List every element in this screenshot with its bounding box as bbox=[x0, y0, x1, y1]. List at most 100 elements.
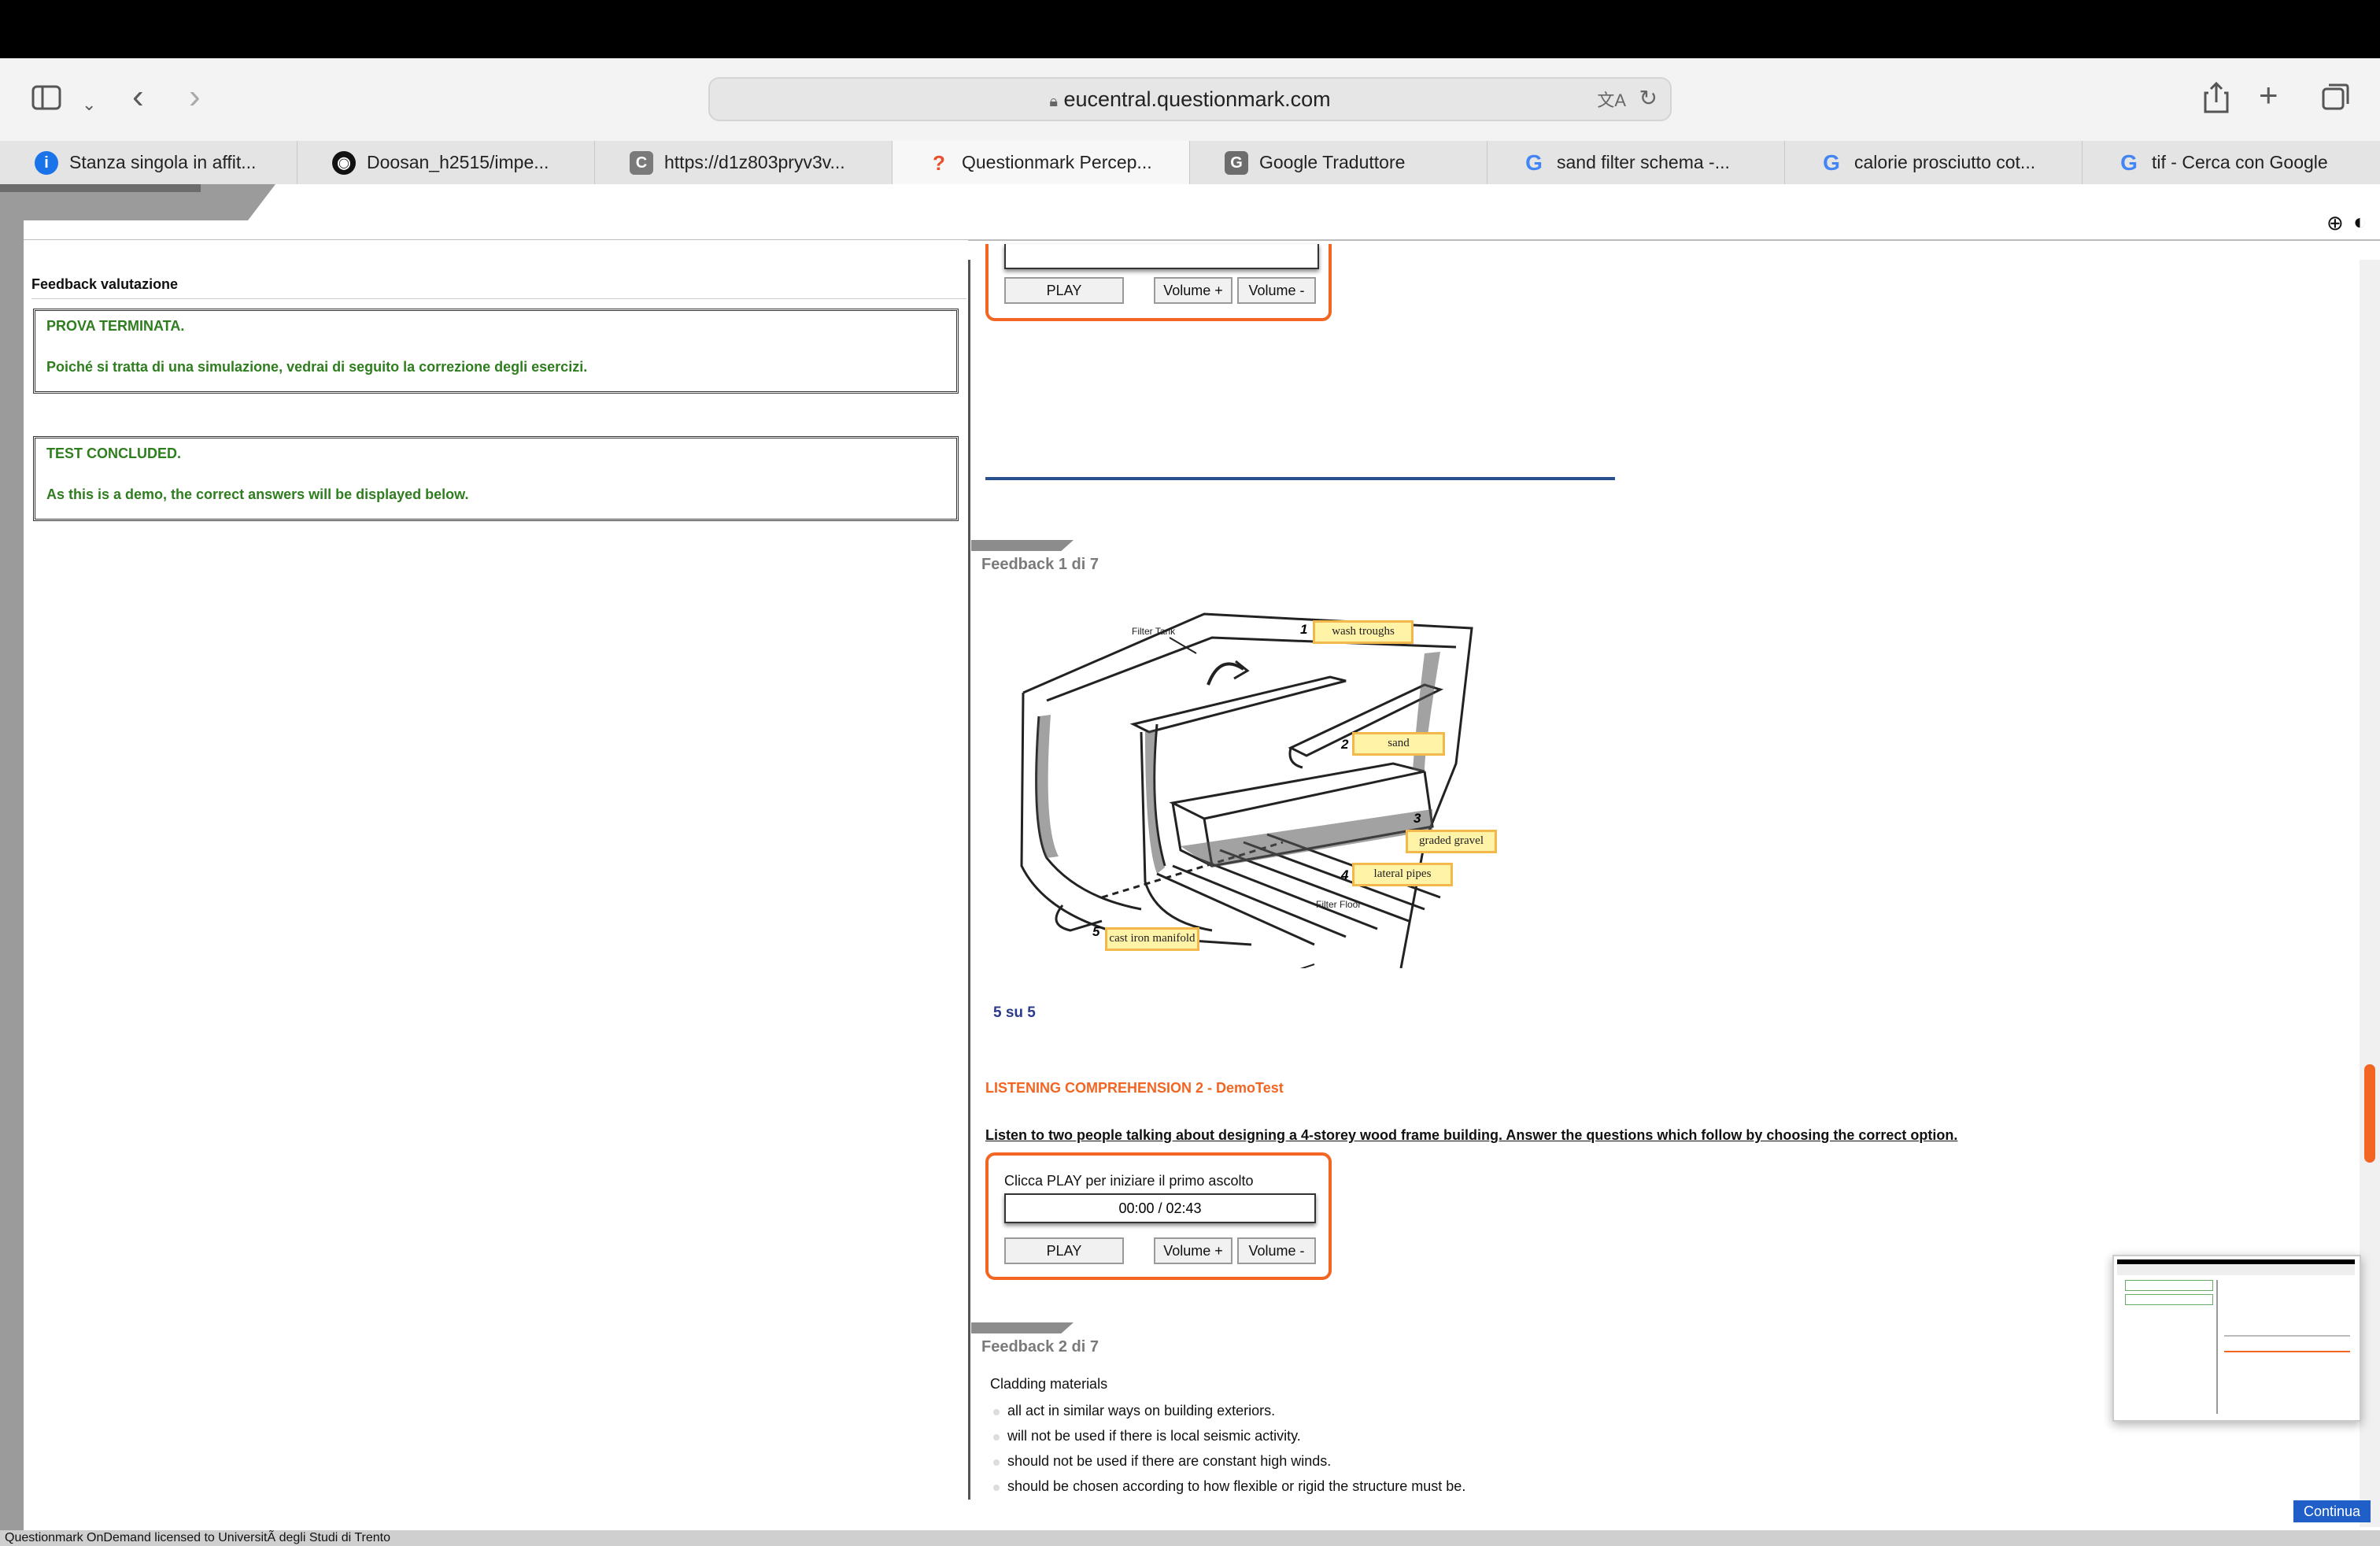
feedback-box-en: TEST CONCLUDED. As this is a demo, the c… bbox=[33, 436, 959, 521]
zoom-icon[interactable]: ⊕ bbox=[2326, 211, 2344, 235]
tag-lateral-pipes: lateral pipes bbox=[1352, 863, 1453, 886]
feedback-tab-shape bbox=[971, 1322, 1074, 1333]
tab-calorie[interactable]: G calorie prosciutto cot... bbox=[1785, 141, 2082, 184]
heading-rule bbox=[31, 298, 966, 299]
pane-divider bbox=[968, 260, 970, 1500]
answer-option-2[interactable]: will not be used if there is local seism… bbox=[1007, 1428, 1301, 1444]
answer-option-4[interactable]: should be chosen according to how flexib… bbox=[1007, 1478, 1465, 1495]
feedback-box-it: PROVA TERMINATA. Poiché si tratta di una… bbox=[33, 309, 959, 394]
tab-stanza[interactable]: i Stanza singola in affit... bbox=[0, 141, 298, 184]
tag-number-5: 5 bbox=[1092, 924, 1100, 939]
footer-text: Questionmark OnDemand licensed to Univer… bbox=[5, 1531, 391, 1544]
thumbnail-line bbox=[2224, 1351, 2350, 1352]
filter-floor-label: Filter Floor bbox=[1316, 899, 1361, 910]
feedback-text: As this is a demo, the correct answers w… bbox=[46, 486, 469, 502]
tag-wash-troughs: wash troughs bbox=[1313, 620, 1414, 644]
tag-number-2: 2 bbox=[1341, 737, 1349, 752]
option-radio[interactable] bbox=[993, 1459, 1000, 1466]
time-display: 00:00 / 02:43 bbox=[1004, 1193, 1316, 1223]
scrollbar-thumb[interactable] bbox=[2364, 1064, 2375, 1163]
tab-bar: i Stanza singola in affit... ◉ Doosan_h2… bbox=[0, 141, 2380, 185]
tab-label: Stanza singola in affit... bbox=[69, 152, 257, 172]
feedback-2-label: Feedback 2 di 7 bbox=[981, 1338, 1099, 1356]
volume-down-button[interactable]: Volume - bbox=[1237, 277, 1316, 304]
google-icon: G bbox=[1525, 150, 1543, 175]
questionmark-icon: ? bbox=[933, 151, 945, 175]
audio-player-2: Clicca PLAY per iniziare il primo ascolt… bbox=[985, 1152, 1332, 1280]
google-icon: G bbox=[2120, 150, 2138, 175]
new-tab-icon[interactable]: + bbox=[2259, 79, 2278, 112]
tab-google-translate[interactable]: G Google Traduttore bbox=[1190, 141, 1488, 184]
header-shape-dark bbox=[0, 184, 201, 192]
feedback-text: Poiché si tratta di una simulazione, ved… bbox=[46, 359, 588, 375]
contrast-icon[interactable]: ◐ bbox=[2353, 209, 2367, 235]
thumbnail-toolbar bbox=[2117, 1264, 2355, 1275]
translate-icon[interactable]: 文A bbox=[1597, 87, 1626, 112]
question-text: Cladding materials bbox=[990, 1376, 1108, 1392]
answer-option-3[interactable]: should not be used if there are constant… bbox=[1007, 1453, 1331, 1470]
sand-filter-diagram: Filter Tank Filter Floor bbox=[1015, 606, 1503, 977]
tab-link[interactable]: C https://d1z803pryv3v... bbox=[595, 141, 893, 184]
tab-label: calorie prosciutto cot... bbox=[1854, 152, 2036, 172]
tab-tif[interactable]: G tif - Cerca con Google bbox=[2082, 141, 2380, 184]
filter-tank-label: Filter Tank bbox=[1132, 626, 1176, 637]
tab-label: Doosan_h2515/impe... bbox=[367, 152, 549, 172]
continue-button[interactable]: Continua bbox=[2293, 1500, 2371, 1522]
section-rule bbox=[985, 477, 1615, 480]
tag-number-1: 1 bbox=[1300, 622, 1308, 637]
instruction-text: Listen to two people talking about desig… bbox=[985, 1127, 1958, 1143]
audio-player-1: PLAY Volume + Volume - bbox=[985, 244, 1332, 321]
tab-label: https://d1z803pryv3v... bbox=[664, 152, 845, 172]
back-icon[interactable]: ‹ bbox=[132, 80, 144, 114]
chevron-down-icon[interactable]: ⌄ bbox=[82, 90, 96, 120]
tag-number-4: 4 bbox=[1341, 867, 1349, 882]
thumbnail-box bbox=[2125, 1294, 2213, 1305]
option-radio[interactable] bbox=[993, 1485, 1000, 1491]
scrollbar-track[interactable] bbox=[2360, 260, 2380, 1527]
feedback-title: PROVA TERMINATA. bbox=[46, 318, 185, 334]
system-top-bar bbox=[0, 0, 2380, 58]
volume-up-button[interactable]: Volume + bbox=[1154, 277, 1232, 304]
github-icon: ◉ bbox=[332, 151, 356, 175]
answer-option-1[interactable]: all act in similar ways on building exte… bbox=[1007, 1403, 1275, 1419]
url-text: 🔒︎ eucentral.questionmark.com bbox=[710, 79, 1670, 120]
screenshot-thumbnail[interactable] bbox=[2112, 1255, 2361, 1422]
play-button[interactable]: PLAY bbox=[1004, 277, 1124, 304]
tab-overview-icon[interactable] bbox=[2322, 82, 2350, 116]
share-icon[interactable] bbox=[2204, 81, 2229, 119]
tab-label: Google Traduttore bbox=[1259, 152, 1406, 172]
tab-sand-filter[interactable]: G sand filter schema -... bbox=[1488, 141, 1785, 184]
play-button[interactable]: PLAY bbox=[1004, 1237, 1124, 1264]
url-value: eucentral.questionmark.com bbox=[1063, 87, 1331, 111]
google-translate-icon: G bbox=[1225, 151, 1248, 175]
feedback-1-label: Feedback 1 di 7 bbox=[981, 556, 1099, 573]
time-display bbox=[1004, 244, 1319, 269]
score-text: 5 su 5 bbox=[993, 1004, 1036, 1021]
google-icon: G bbox=[1823, 150, 1840, 175]
lock-icon: 🔒︎ bbox=[1049, 93, 1058, 110]
volume-up-button[interactable]: Volume + bbox=[1154, 1237, 1232, 1264]
thumbnail-box bbox=[2125, 1280, 2213, 1291]
forward-icon[interactable]: › bbox=[189, 80, 201, 114]
tab-questionmark[interactable]: ? Questionmark Percep... bbox=[893, 141, 1190, 184]
tab-label: Questionmark Percep... bbox=[962, 152, 1152, 172]
reload-icon[interactable]: ↻ bbox=[1639, 85, 1658, 111]
feedback-heading: Feedback valutazione bbox=[31, 276, 179, 292]
address-bar[interactable]: 🔒︎ eucentral.questionmark.com 文A ↻ bbox=[708, 77, 1672, 121]
tag-sand: sand bbox=[1352, 732, 1445, 756]
volume-down-button[interactable]: Volume - bbox=[1237, 1237, 1316, 1264]
feedback-tab-shape bbox=[971, 540, 1074, 551]
tag-number-3: 3 bbox=[1414, 811, 1421, 826]
questionmark-header bbox=[24, 184, 2380, 241]
footer: Questionmark OnDemand licensed to Univer… bbox=[0, 1530, 2380, 1546]
option-radio[interactable] bbox=[993, 1434, 1000, 1441]
tab-github[interactable]: ◉ Doosan_h2515/impe... bbox=[298, 141, 595, 184]
tab-label: sand filter schema -... bbox=[1557, 152, 1730, 172]
option-radio[interactable] bbox=[993, 1409, 1000, 1415]
section-title: LISTENING COMPREHENSION 2 - DemoTest bbox=[985, 1080, 1284, 1096]
sidebar-toggle-icon[interactable] bbox=[31, 85, 61, 116]
c-icon: C bbox=[630, 151, 653, 175]
feedback-title: TEST CONCLUDED. bbox=[46, 446, 181, 461]
left-pane: Feedback valutazione bbox=[24, 240, 968, 1531]
thumbnail-line bbox=[2224, 1335, 2350, 1337]
